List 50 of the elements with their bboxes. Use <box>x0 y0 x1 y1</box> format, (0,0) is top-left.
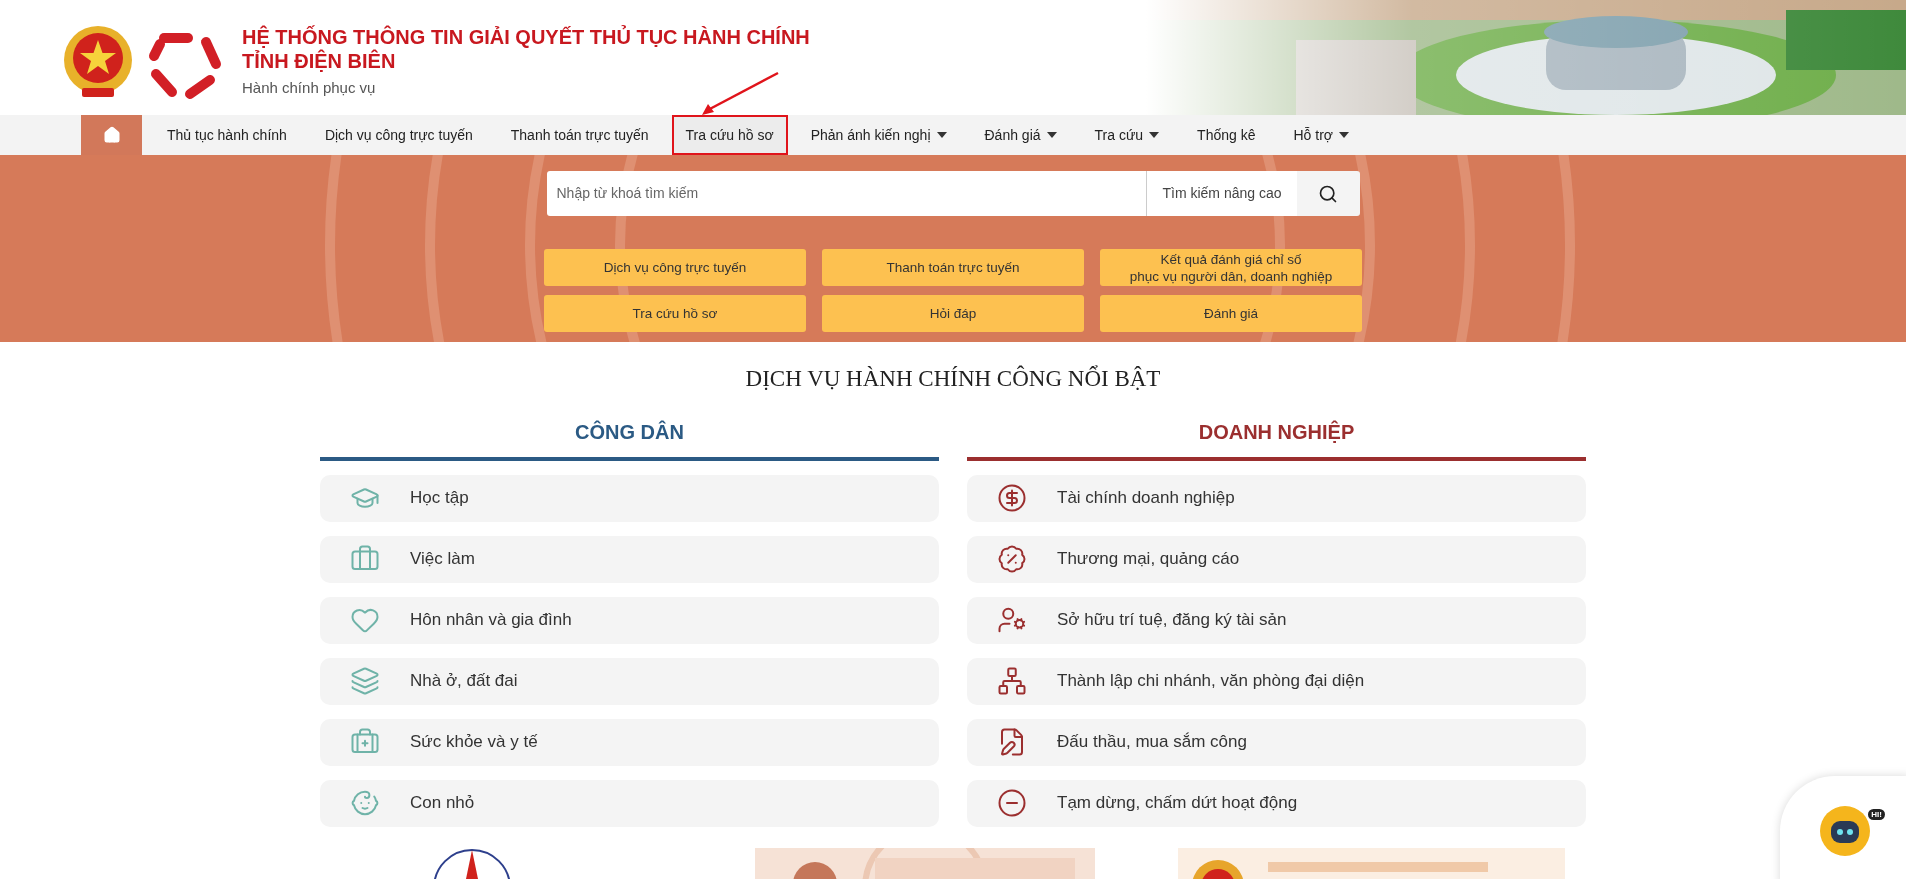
search-button[interactable] <box>1296 171 1360 216</box>
section-heading: DỊCH VỤ HÀNH CHÍNH CÔNG NỔI BẬT <box>744 364 1162 393</box>
nav-item[interactable]: Đánh giá <box>969 115 1072 155</box>
quick-link-button[interactable]: Dịch vụ công trực tuyến <box>544 249 806 286</box>
dollar-circle-icon <box>997 483 1027 513</box>
user-gear-icon <box>997 605 1027 635</box>
quick-link-button[interactable]: Thanh toán trực tuyến <box>822 249 1084 286</box>
service-item[interactable]: Đấu thầu, mua sắm công <box>967 718 1586 766</box>
nav-item[interactable]: Hỗ trợ <box>1278 115 1364 155</box>
advanced-search-button[interactable]: Tìm kiếm nâng cao <box>1146 171 1297 216</box>
service-item[interactable]: Việc làm <box>320 535 939 583</box>
group-heading: DOANH NGHIỆP <box>967 416 1586 461</box>
robot-icon <box>1819 805 1871 857</box>
service-item[interactable]: Con nhỏ <box>320 779 939 827</box>
layers-icon <box>350 666 380 696</box>
quick-link-button[interactable]: Đánh giá <box>1100 295 1362 332</box>
network-icon <box>997 666 1027 696</box>
service-item[interactable]: Sở hữu trí tuệ, đăng ký tài sản <box>967 596 1586 644</box>
home-icon <box>102 126 121 144</box>
group-heading: CÔNG DÂN <box>320 416 939 461</box>
site-title: TỈNH ĐIỆN BIÊN <box>242 48 397 73</box>
service-item[interactable]: Hôn nhân và gia đình <box>320 596 939 644</box>
nav-item[interactable]: Tra cứu hồ sơ <box>671 115 788 155</box>
service-item[interactable]: Thương mại, quảng cáo <box>967 535 1586 583</box>
nav-item[interactable]: Thống kê <box>1182 115 1271 155</box>
nav-item[interactable]: Thanh toán trực tuyến <box>495 115 664 155</box>
quick-link-button[interactable]: Tra cứu hồ sơ <box>544 295 806 332</box>
service-item[interactable]: Tài chính doanh nghiệp <box>967 474 1586 522</box>
site-title: HỆ THỐNG THÔNG TIN GIẢI QUYẾT THỦ TỤC HÀNH CHÍNH <box>242 24 810 49</box>
nav-item[interactable]: Thủ tục hành chính <box>152 115 302 155</box>
nav-item[interactable]: Phản ánh kiến nghị <box>795 115 962 155</box>
service-item[interactable]: Thành lập chi nhánh, văn phòng đại diện <box>967 657 1586 705</box>
search-field[interactable]: Nhập từ khoá tìm kiếm <box>546 171 1147 216</box>
home-button[interactable] <box>81 115 142 155</box>
quick-link-button[interactable]: Kết quả đánh giá chỉ số phục vụ người dân, doanh nghiệp <box>1100 249 1362 286</box>
percent-badge-icon <box>997 544 1027 574</box>
site-subtitle: Hành chính phục vụ <box>242 77 377 98</box>
service-item[interactable]: Tạm dừng, chấm dứt hoạt động <box>967 779 1586 827</box>
compass-logo-icon <box>432 848 512 879</box>
nav-item[interactable]: Tra cứu <box>1079 115 1175 155</box>
quick-link-button[interactable]: Hỏi đáp <box>822 295 1084 332</box>
chatbot-button[interactable]: HI! <box>1780 776 1906 879</box>
search-icon <box>1318 183 1338 204</box>
baby-icon <box>350 788 380 818</box>
service-item[interactable]: Học tập <box>320 474 939 522</box>
service-item[interactable]: Sức khỏe và y tế <box>320 718 939 766</box>
minus-circle-icon <box>997 788 1027 818</box>
service-item[interactable]: Nhà ở, đất đai <box>320 657 939 705</box>
nav-item[interactable]: Dịch vụ công trực tuyến <box>309 115 488 155</box>
chatbot-badge: HI! <box>1868 809 1885 820</box>
